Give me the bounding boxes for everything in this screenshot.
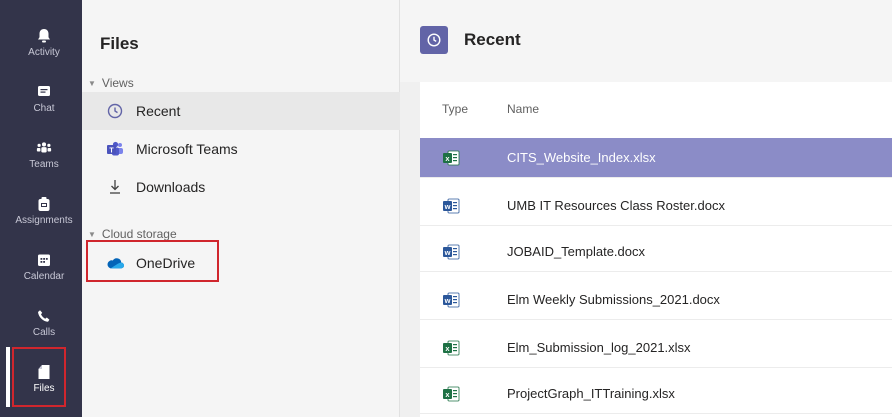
download-icon: [106, 178, 124, 196]
rail-assignments[interactable]: Assignments: [6, 186, 82, 236]
svg-text:w: w: [444, 296, 451, 305]
rail-calendar[interactable]: Calendar: [6, 242, 82, 292]
svg-text:T: T: [109, 147, 114, 154]
phone-icon: [36, 308, 52, 324]
file-name[interactable]: Elm_Submission_log_2021.xlsx: [507, 340, 691, 355]
microsoft-teams-icon: T: [106, 140, 124, 158]
table-row[interactable]: x CITS_Website_Index.xlsx: [420, 138, 892, 178]
files-nav-pane: Files ▼ Views Recent T Microsoft Teams D…: [82, 0, 400, 417]
recent-clock-icon: [420, 26, 448, 54]
main-header: Recent: [400, 0, 892, 82]
page-title: Recent: [464, 30, 521, 49]
files-pane-title: Files: [100, 34, 139, 53]
rail-label: Chat: [33, 103, 55, 114]
column-header-name[interactable]: Name: [507, 102, 539, 116]
clock-icon: [106, 102, 124, 120]
rail-label: Assignments: [15, 215, 73, 226]
rail-label: Calls: [32, 327, 56, 338]
file-name[interactable]: UMB IT Resources Class Roster.docx: [507, 198, 725, 213]
calendar-icon: [36, 252, 52, 268]
table-row[interactable]: x Elm_Submission_log_2021.xlsx: [420, 328, 892, 368]
nav-label: Microsoft Teams: [136, 141, 238, 157]
files-table: Type Name x CITS_Website_Index.xlsx w UM…: [420, 82, 892, 417]
views-section-heading[interactable]: ▼ Views: [88, 76, 134, 90]
file-name[interactable]: ProjectGraph_ITTraining.xlsx: [507, 386, 675, 401]
table-row[interactable]: x ProjectGraph_ITTraining.xlsx: [420, 374, 892, 414]
rail-activity[interactable]: Activity: [6, 18, 82, 68]
table-row[interactable]: w JOBAID_Template.docx: [420, 232, 892, 272]
rail-label: Teams: [29, 159, 59, 170]
onedrive-highlight-box: [86, 240, 219, 282]
excel-file-icon: x: [442, 385, 460, 403]
table-row[interactable]: w Elm Weekly Submissions_2021.docx: [420, 280, 892, 320]
word-file-icon: w: [442, 197, 460, 215]
word-file-icon: w: [442, 243, 460, 261]
file-name[interactable]: Elm Weekly Submissions_2021.docx: [507, 292, 720, 307]
column-header-type[interactable]: Type: [442, 102, 468, 116]
word-file-icon: w: [442, 291, 460, 309]
rail-label: Calendar: [23, 271, 65, 282]
rail-teams[interactable]: Teams: [6, 130, 82, 180]
files-highlight-box: [12, 347, 66, 407]
app-rail: Activity Chat Teams Assignments Calendar…: [0, 0, 82, 417]
excel-file-icon: x: [442, 149, 460, 167]
svg-text:w: w: [444, 202, 451, 211]
nav-label: Downloads: [136, 179, 206, 195]
excel-file-icon: x: [442, 339, 460, 357]
file-name[interactable]: CITS_Website_Index.xlsx: [507, 150, 656, 165]
nav-item-recent[interactable]: Recent: [82, 92, 400, 130]
chat-icon: [36, 84, 52, 100]
rail-calls[interactable]: Calls: [6, 298, 82, 348]
rail-label: Activity: [28, 47, 60, 58]
main-content: Recent Type Name x CITS_Website_Index.xl…: [400, 0, 892, 417]
table-row[interactable]: w UMB IT Resources Class Roster.docx: [420, 186, 892, 226]
cloud-storage-section-heading[interactable]: ▼ Cloud storage: [88, 227, 177, 241]
caret-down-icon: ▼: [88, 78, 96, 88]
svg-text:w: w: [444, 248, 451, 257]
bell-icon: [36, 28, 52, 44]
rail-chat[interactable]: Chat: [6, 74, 82, 124]
nav-item-downloads[interactable]: Downloads: [82, 168, 400, 206]
caret-down-icon: ▼: [88, 229, 96, 239]
file-name[interactable]: JOBAID_Template.docx: [507, 244, 645, 259]
teams-icon: [36, 140, 52, 156]
nav-label: Recent: [136, 103, 181, 119]
assignments-icon: [36, 196, 52, 212]
nav-item-microsoft-teams[interactable]: T Microsoft Teams: [82, 130, 400, 168]
